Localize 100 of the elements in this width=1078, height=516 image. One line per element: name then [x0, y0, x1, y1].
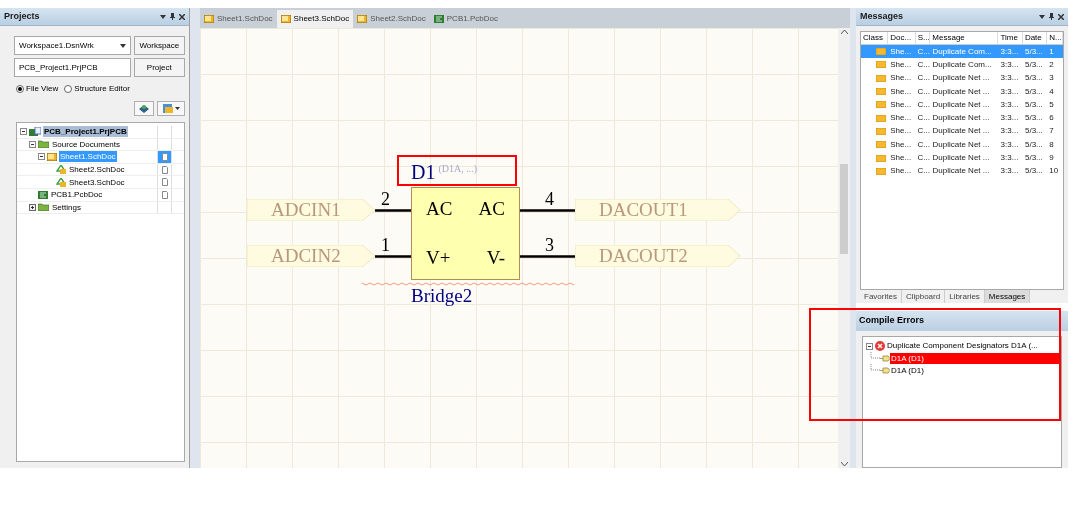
message-row[interactable]: She... C... Duplicate Net ... 3:3... 5/3... 5 — [861, 98, 1063, 112]
port-name: ADCIN2 — [271, 246, 341, 266]
pin-name: V+ — [426, 247, 451, 269]
tree-item[interactable]: Sheet2.SchDoc — [68, 164, 126, 176]
table-cell-text: 5/3... — [1023, 58, 1044, 71]
port-name: DACOUT2 — [599, 246, 688, 266]
message-row[interactable]: She... C... Duplicate Net ... 3:3... 5/3... 7 — [861, 124, 1063, 139]
table-cell-text: 1 — [1048, 45, 1055, 58]
column-header[interactable]: N... — [1047, 32, 1063, 44]
table-cell-text: 9 — [1048, 152, 1055, 164]
message-row[interactable]: She... C... Duplicate Com... 3:3... 5/3... 2 — [861, 58, 1063, 72]
collapse-icon[interactable] — [38, 153, 45, 161]
folder-icon — [38, 203, 49, 212]
scroll-up-icon[interactable] — [840, 30, 848, 34]
table-cell-text: She... — [889, 138, 913, 151]
table-cell-text: 5/3... — [1023, 85, 1044, 98]
pin-name: AC — [478, 198, 505, 221]
error-message[interactable]: Duplicate Component Designators D1A (... — [887, 340, 1038, 352]
tree-item[interactable]: Sheet3.SchDoc — [68, 176, 126, 188]
expand-icon[interactable] — [29, 203, 36, 211]
table-cell-text: 5/3... — [1023, 112, 1044, 125]
component-icon — [880, 366, 890, 374]
project-button[interactable]: Project — [133, 58, 185, 77]
folder-icon — [876, 48, 887, 56]
sheet-icon — [280, 15, 291, 23]
panel-tab[interactable]: Messages — [984, 290, 1031, 303]
pin-icon[interactable] — [170, 13, 175, 20]
table-cell-text: C... — [916, 85, 931, 98]
project-icon — [29, 127, 41, 137]
pin-name: V- — [486, 247, 505, 269]
scroll-down-icon[interactable] — [840, 462, 848, 466]
tree-item[interactable]: PCB_Project1.PrjPCB — [43, 126, 128, 138]
table-cell-text: Duplicate Net ... — [931, 125, 991, 138]
table-cell-text: She... — [889, 125, 913, 138]
column-header[interactable]: S... — [915, 32, 931, 44]
scrollbar-thumb[interactable] — [840, 164, 848, 254]
table-cell-text: She... — [889, 72, 913, 85]
table-cell-text: Duplicate Net ... — [931, 165, 991, 178]
tree-item[interactable]: Settings — [51, 201, 82, 213]
table-cell-text: 6 — [1048, 112, 1055, 125]
panel-title: Projects — [4, 9, 40, 23]
pin-number: 4 — [545, 190, 554, 208]
column-header[interactable]: Date — [1022, 32, 1048, 44]
column-header[interactable]: Time — [998, 32, 1023, 44]
view-radio[interactable]: Structure Editor — [64, 83, 130, 95]
dropdown-icon[interactable] — [1039, 14, 1045, 19]
document-tab[interactable]: Sheet3.SchDoc — [276, 10, 354, 28]
table-cell-text: She... — [889, 165, 913, 178]
error-icon — [875, 341, 885, 351]
project-field[interactable]: PCB_Project1.PrjPCB — [14, 58, 131, 77]
table-cell-text: Duplicate Net ... — [931, 112, 991, 125]
message-row[interactable]: She... C... Duplicate Net ... 3:3... 5/3... 3 — [861, 71, 1063, 85]
folder-icon — [876, 141, 887, 149]
table-cell-text: Duplicate Net ... — [931, 152, 991, 164]
error-item[interactable]: D1A (D1) — [890, 364, 924, 376]
dropdown-icon[interactable] — [160, 14, 166, 19]
message-row[interactable]: She... C... Duplicate Net ... 3:3... 5/3... 10 — [861, 164, 1063, 178]
workspace-button[interactable]: Workspace — [133, 36, 185, 55]
tree-item[interactable]: Source Documents — [51, 138, 122, 150]
tree-item[interactable]: PCB1.PcbDoc — [50, 189, 104, 201]
collapse-icon[interactable] — [866, 342, 873, 350]
message-row[interactable]: She... C... Duplicate Net ... 3:3... 5/3... 8 — [861, 138, 1063, 152]
table-cell-text: 7 — [1048, 125, 1055, 138]
table-cell-text: 2 — [1048, 58, 1055, 71]
view-radio[interactable]: File View — [16, 83, 59, 95]
table-cell-text: Duplicate Net ... — [931, 98, 991, 111]
table-cell-text: 5/3... — [1023, 152, 1044, 164]
column-header[interactable]: Message — [930, 32, 999, 44]
circuit-board-icon — [433, 15, 444, 23]
table-cell-text: She... — [889, 152, 913, 164]
options-toolbar-button[interactable] — [157, 101, 185, 116]
table-cell-text: 3:3... — [999, 85, 1020, 98]
message-row[interactable]: She... C... Duplicate Net ... 3:3... 5/3... 4 — [861, 84, 1063, 99]
vertical-scrollbar[interactable] — [838, 28, 850, 468]
message-row[interactable]: She... C... Duplicate Net ... 3:3... 5/3... 9 — [861, 151, 1063, 165]
table-cell-text: 5/3... — [1023, 72, 1044, 85]
pin-number: 1 — [381, 236, 390, 254]
table-cell-text: 3:3... — [999, 58, 1020, 71]
folder-icon — [38, 140, 49, 149]
table-cell-text: Duplicate Net ... — [931, 72, 991, 85]
column-header[interactable]: Doc... — [888, 32, 916, 44]
close-icon[interactable] — [1058, 13, 1064, 20]
table-cell-text: 4 — [1048, 85, 1055, 98]
folder-icon — [876, 88, 887, 96]
table-cell-text: 3:3... — [999, 152, 1020, 164]
error-item[interactable]: D1A (D1) — [890, 352, 1059, 364]
pin-icon[interactable] — [1049, 13, 1054, 20]
close-icon[interactable] — [179, 13, 185, 20]
collapse-icon[interactable] — [29, 140, 36, 148]
collapse-icon[interactable] — [20, 128, 27, 136]
table-cell-text: 5/3... — [1023, 45, 1044, 58]
workspace-dropdown[interactable]: Workspace1.DsnWrk — [14, 36, 131, 55]
message-row[interactable]: She... C... Duplicate Net ... 3:3... 5/3... 6 — [861, 111, 1063, 125]
sheet-icon — [357, 15, 368, 23]
port-name: ADCIN1 — [271, 200, 341, 220]
circuit-board-icon — [38, 190, 48, 199]
table-cell-text: C... — [916, 98, 931, 111]
recycle-sheet-icon — [56, 165, 66, 175]
column-header[interactable]: Class — [861, 32, 889, 44]
compile-toolbar-button[interactable] — [134, 101, 154, 116]
